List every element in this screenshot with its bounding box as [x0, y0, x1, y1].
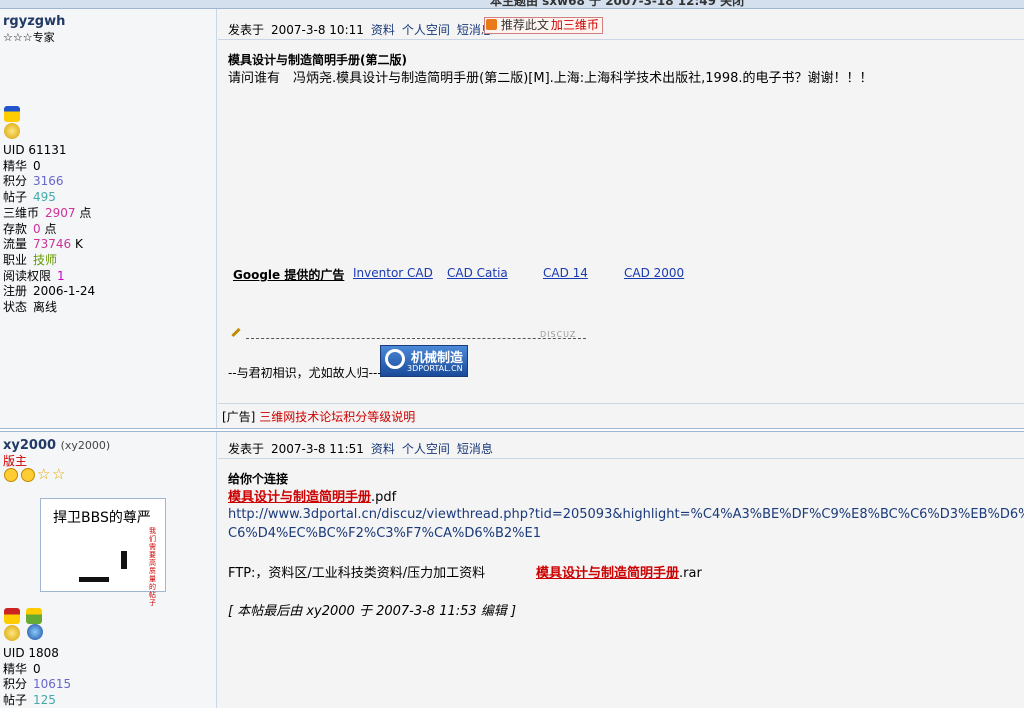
signature-watermark: DISCUZ [540, 330, 577, 339]
divider [218, 458, 1024, 459]
avatar-figure [121, 551, 127, 569]
google-ads: Google 提供的广告 [233, 266, 344, 283]
recommend-button[interactable]: 推荐此文 加三维币 [484, 17, 603, 34]
footer-divider [218, 403, 1024, 404]
avatar-figure [79, 577, 109, 582]
author-stats: UID 61131 精华 0 积分 3166 帖子 495 三维币 2907 点 存款 0… [3, 143, 95, 316]
pencil-icon [231, 327, 248, 345]
stat-points: 积分 3166 [3, 174, 64, 189]
author-role: 版主 [3, 454, 28, 468]
post-2-author-panel: xy2000 (xy2000) 版主 ☆ ☆ 捍卫BBS的尊严 我们需要高质量的… [0, 432, 217, 708]
post-1-author-panel: rgyzgwh ☆☆☆专家 UID 61131 精华 0 积分 3166 帖子 495… [0, 9, 217, 428]
footer-ad-link[interactable]: 三维网技术论坛积分等级说明 [259, 410, 415, 424]
stat-posts: 帖子 495 [3, 190, 56, 205]
medal-icon [27, 624, 43, 640]
signature-text: --与君初相识，尤如故人归--- [228, 366, 382, 380]
medal-sun-icon [4, 123, 20, 139]
stat-coins: 三维币 2907 点 [3, 205, 92, 220]
space-link[interactable]: 个人空间 [402, 23, 450, 37]
author-username[interactable]: rgyzgwh [3, 14, 65, 29]
post-1-content: 发表于 2007-3-8 10:11 资料 个人空间 短消息 推荐此文 加三维币 模具设计… [218, 9, 1024, 428]
stat-register: 注册 2006-1-24 [3, 284, 96, 299]
post-body: 请问谁有 冯炳尧.模具设计与制造简明手册(第二版)[M].上海:上海科学技术出版… [228, 71, 873, 86]
ad-link-inventor[interactable]: Inventor CAD [353, 266, 433, 280]
post-header: 发表于 2007-3-8 10:11 资料 个人空间 短消息 [228, 23, 493, 37]
stat-status: 状态 离线 [3, 300, 58, 315]
author-username: xy2000 (xy2000) [3, 438, 111, 453]
ad-link-cad2000[interactable]: CAD 2000 [624, 266, 684, 280]
profile-link[interactable]: 资料 [371, 23, 395, 37]
avatar-side-text: 我们需要高质量的帖子 [149, 527, 156, 607]
recommend-icon [486, 19, 497, 30]
smile-icon [21, 468, 35, 482]
medal-icon [4, 608, 20, 624]
stat-uid: UID 61131 [3, 143, 67, 157]
stat-points: 积分 10615 [3, 677, 72, 692]
avatar: 捍卫BBS的尊严 我们需要高质量的帖子 [40, 498, 166, 607]
thread-closed-text: 本主题由 sxw68 于 2007-3-18 12:49 关闭 [490, 0, 745, 8]
post-title: 模具设计与制造简明手册(第二版) [228, 53, 407, 67]
thread-url[interactable]: http://www.3dportal.cn/discuz/viewthread… [228, 505, 1024, 543]
post-header: 发表于 2007-3-8 11:51 资料 个人空间 短消息 [228, 442, 493, 456]
stat-digest: 精华 0 [3, 158, 41, 173]
author-stats: UID 1808 精华 0 积分 10615 帖子 125 [3, 646, 71, 709]
portal-logo-icon [385, 349, 405, 369]
stat-uid: UID 1808 [3, 646, 59, 660]
post-2-content: 发表于 2007-3-8 11:51 资料 个人空间 短消息 给你个连接 模具设计与制造… [218, 432, 1024, 708]
stat-read-perm: 阅读权限 1 [3, 268, 65, 283]
stat-digest: 精华 0 [3, 661, 41, 676]
stat-traffic: 流量 73746 K [3, 237, 83, 252]
portal-banner[interactable]: 机械制造 3DPORTAL.CN [380, 345, 468, 377]
thread-closed-bar: 本主题由 sxw68 于 2007-3-18 12:49 关闭 [0, 0, 1024, 9]
profile-link[interactable]: 资料 [371, 442, 395, 456]
rar-link-line: 模具设计与制造简明手册.rar [536, 566, 702, 581]
post-title: 给你个连接 [228, 472, 289, 486]
pdf-link-line: 模具设计与制造简明手册.pdf [228, 490, 397, 505]
ftp-line: FTP:，资料区/工业科技类资料/压力加工资料 [228, 566, 486, 581]
message-link[interactable]: 短消息 [457, 442, 493, 456]
star-icon: ☆ [52, 465, 66, 483]
medal-icon [26, 608, 42, 624]
post-1: rgyzgwh ☆☆☆专家 UID 61131 精华 0 积分 3166 帖子 495… [0, 9, 1024, 428]
post-2: xy2000 (xy2000) 版主 ☆ ☆ 捍卫BBS的尊严 我们需要高质量的… [0, 432, 1024, 708]
ad-link-cad14[interactable]: CAD 14 [543, 266, 588, 280]
pdf-link[interactable]: 模具设计与制造简明手册 [228, 490, 371, 505]
rar-link[interactable]: 模具设计与制造简明手册 [536, 566, 679, 581]
star-icon: ☆ [37, 465, 51, 483]
ad-link-catia[interactable]: CAD Catia [447, 266, 508, 280]
space-link[interactable]: 个人空间 [402, 442, 450, 456]
smile-icon [4, 468, 18, 482]
avatar-text: 捍卫BBS的尊严 [53, 510, 151, 526]
stat-deposit: 存款 0 点 [3, 221, 57, 236]
divider [218, 39, 1024, 40]
signature-divider [246, 338, 586, 339]
google-ads-label: Google 提供的广告 [233, 268, 345, 282]
edit-note: [ 本帖最后由 xy2000 于 2007-3-8 11:53 编辑 ] [228, 604, 517, 619]
medal-sun-icon [4, 625, 20, 641]
footer-ad: [广告] 三维网技术论坛积分等级说明 [222, 410, 416, 424]
stat-posts: 帖子 125 [3, 693, 56, 708]
author-rank: ☆☆☆专家 [3, 31, 55, 44]
medal-icon [4, 106, 20, 122]
stat-job: 职业 技师 [3, 252, 58, 267]
add-coin-link[interactable]: 加三维币 [551, 18, 599, 32]
